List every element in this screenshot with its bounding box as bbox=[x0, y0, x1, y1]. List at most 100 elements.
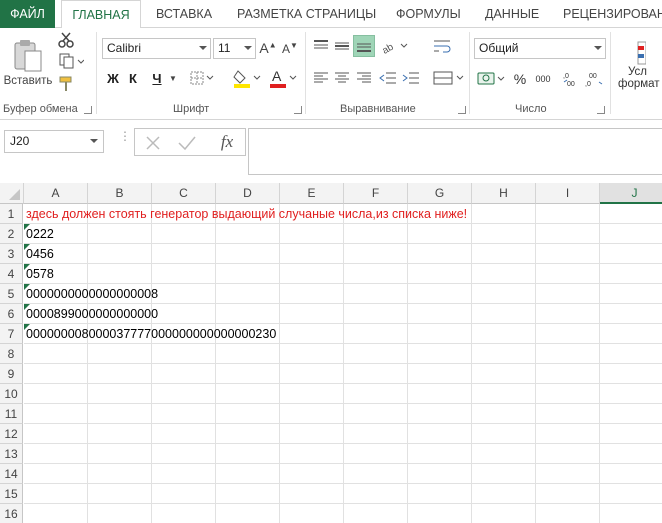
cell-g8[interactable] bbox=[408, 344, 472, 364]
cell-c14[interactable] bbox=[152, 464, 216, 484]
cell-g11[interactable] bbox=[408, 404, 472, 424]
font-name-select[interactable]: Calibri bbox=[102, 38, 211, 59]
cell-b13[interactable] bbox=[88, 444, 152, 464]
cell-b3[interactable] bbox=[88, 244, 152, 264]
cell-c11[interactable] bbox=[152, 404, 216, 424]
cell-c15[interactable] bbox=[152, 484, 216, 504]
number-launcher[interactable] bbox=[597, 106, 605, 114]
cell-f10[interactable] bbox=[344, 384, 408, 404]
cell-c3[interactable] bbox=[152, 244, 216, 264]
cell-c6[interactable] bbox=[152, 304, 216, 324]
align-bottom-button[interactable] bbox=[353, 35, 375, 57]
cell-g15[interactable] bbox=[408, 484, 472, 504]
cell-i7[interactable] bbox=[536, 324, 600, 344]
cell-f16[interactable] bbox=[344, 504, 408, 523]
cell-c13[interactable] bbox=[152, 444, 216, 464]
cell-h9[interactable] bbox=[472, 364, 536, 384]
cell-i14[interactable] bbox=[536, 464, 600, 484]
cell-g5[interactable] bbox=[408, 284, 472, 304]
cell-g12[interactable] bbox=[408, 424, 472, 444]
cell-a13[interactable] bbox=[24, 444, 88, 464]
cell-b11[interactable] bbox=[88, 404, 152, 424]
cell-d11[interactable] bbox=[216, 404, 280, 424]
cell-e5[interactable] bbox=[280, 284, 344, 304]
cell-j13[interactable] bbox=[600, 444, 662, 464]
cell-h13[interactable] bbox=[472, 444, 536, 464]
cell-g2[interactable] bbox=[408, 224, 472, 244]
cell-j2[interactable] bbox=[600, 224, 662, 244]
cell-b8[interactable] bbox=[88, 344, 152, 364]
tab-data[interactable]: ДАННЫЕ bbox=[485, 0, 539, 28]
cell-e4[interactable] bbox=[280, 264, 344, 284]
cell-f5[interactable] bbox=[344, 284, 408, 304]
format-painter-button[interactable] bbox=[56, 75, 76, 93]
cell-e7[interactable] bbox=[280, 324, 344, 344]
cell-b14[interactable] bbox=[88, 464, 152, 484]
cell-f3[interactable] bbox=[344, 244, 408, 264]
cell-h5[interactable] bbox=[472, 284, 536, 304]
accounting-format-button[interactable] bbox=[476, 69, 508, 89]
cell-h14[interactable] bbox=[472, 464, 536, 484]
orientation-button[interactable]: ab bbox=[380, 37, 410, 55]
align-right-button[interactable] bbox=[355, 69, 373, 87]
cell-j9[interactable] bbox=[600, 364, 662, 384]
cell-j1[interactable] bbox=[600, 204, 662, 224]
cell-h10[interactable] bbox=[472, 384, 536, 404]
align-top-button[interactable] bbox=[312, 37, 330, 55]
conditional-formatting-button[interactable]: Усл формат bbox=[616, 32, 662, 98]
cell-g3[interactable] bbox=[408, 244, 472, 264]
cell-j16[interactable] bbox=[600, 504, 662, 523]
cell-f4[interactable] bbox=[344, 264, 408, 284]
row-header-12[interactable]: 12 bbox=[0, 424, 23, 444]
cell-d8[interactable] bbox=[216, 344, 280, 364]
cell-e16[interactable] bbox=[280, 504, 344, 523]
decrease-font-button[interactable]: A▼ bbox=[281, 38, 299, 58]
cell-f14[interactable] bbox=[344, 464, 408, 484]
cell-e2[interactable] bbox=[280, 224, 344, 244]
cell-c4[interactable] bbox=[152, 264, 216, 284]
cell-h4[interactable] bbox=[472, 264, 536, 284]
cell-j7[interactable] bbox=[600, 324, 662, 344]
cell-i12[interactable] bbox=[536, 424, 600, 444]
cell-b15[interactable] bbox=[88, 484, 152, 504]
cell-g9[interactable] bbox=[408, 364, 472, 384]
decrease-indent-button[interactable] bbox=[378, 69, 398, 87]
cell-e9[interactable] bbox=[280, 364, 344, 384]
column-header-e[interactable]: E bbox=[280, 183, 344, 204]
cell-h6[interactable] bbox=[472, 304, 536, 324]
cell-a14[interactable] bbox=[24, 464, 88, 484]
cell-d16[interactable] bbox=[216, 504, 280, 523]
fill-color-button[interactable] bbox=[232, 67, 264, 89]
column-header-j[interactable]: J bbox=[600, 183, 662, 204]
increase-font-button[interactable]: A▲ bbox=[259, 38, 277, 58]
cut-button[interactable] bbox=[56, 31, 76, 49]
cell-i6[interactable] bbox=[536, 304, 600, 324]
tab-file[interactable]: ФАЙЛ bbox=[0, 0, 55, 28]
cell-e12[interactable] bbox=[280, 424, 344, 444]
cell-d5[interactable] bbox=[216, 284, 280, 304]
cell-g13[interactable] bbox=[408, 444, 472, 464]
formula-bar-grip[interactable]: ⋮ bbox=[119, 130, 131, 148]
thousands-separator-button[interactable]: 000 bbox=[533, 69, 553, 89]
cell-d3[interactable] bbox=[216, 244, 280, 264]
cell-i5[interactable] bbox=[536, 284, 600, 304]
cell-f12[interactable] bbox=[344, 424, 408, 444]
cell-g16[interactable] bbox=[408, 504, 472, 523]
tab-home[interactable]: ГЛАВНАЯ bbox=[61, 0, 141, 29]
column-header-b[interactable]: B bbox=[88, 183, 152, 204]
cell-g4[interactable] bbox=[408, 264, 472, 284]
cell-b10[interactable] bbox=[88, 384, 152, 404]
paste-button[interactable]: Вставить bbox=[4, 32, 52, 94]
column-header-g[interactable]: G bbox=[408, 183, 472, 204]
cell-a15[interactable] bbox=[24, 484, 88, 504]
copy-button[interactable] bbox=[56, 52, 86, 70]
font-launcher[interactable] bbox=[294, 106, 302, 114]
align-center-button[interactable] bbox=[333, 69, 351, 87]
row-header-13[interactable]: 13 bbox=[0, 444, 23, 464]
cell-g10[interactable] bbox=[408, 384, 472, 404]
bold-button[interactable]: Ж bbox=[104, 67, 122, 89]
column-header-f[interactable]: F bbox=[344, 183, 408, 204]
cell-f15[interactable] bbox=[344, 484, 408, 504]
cell-e10[interactable] bbox=[280, 384, 344, 404]
cell-e8[interactable] bbox=[280, 344, 344, 364]
